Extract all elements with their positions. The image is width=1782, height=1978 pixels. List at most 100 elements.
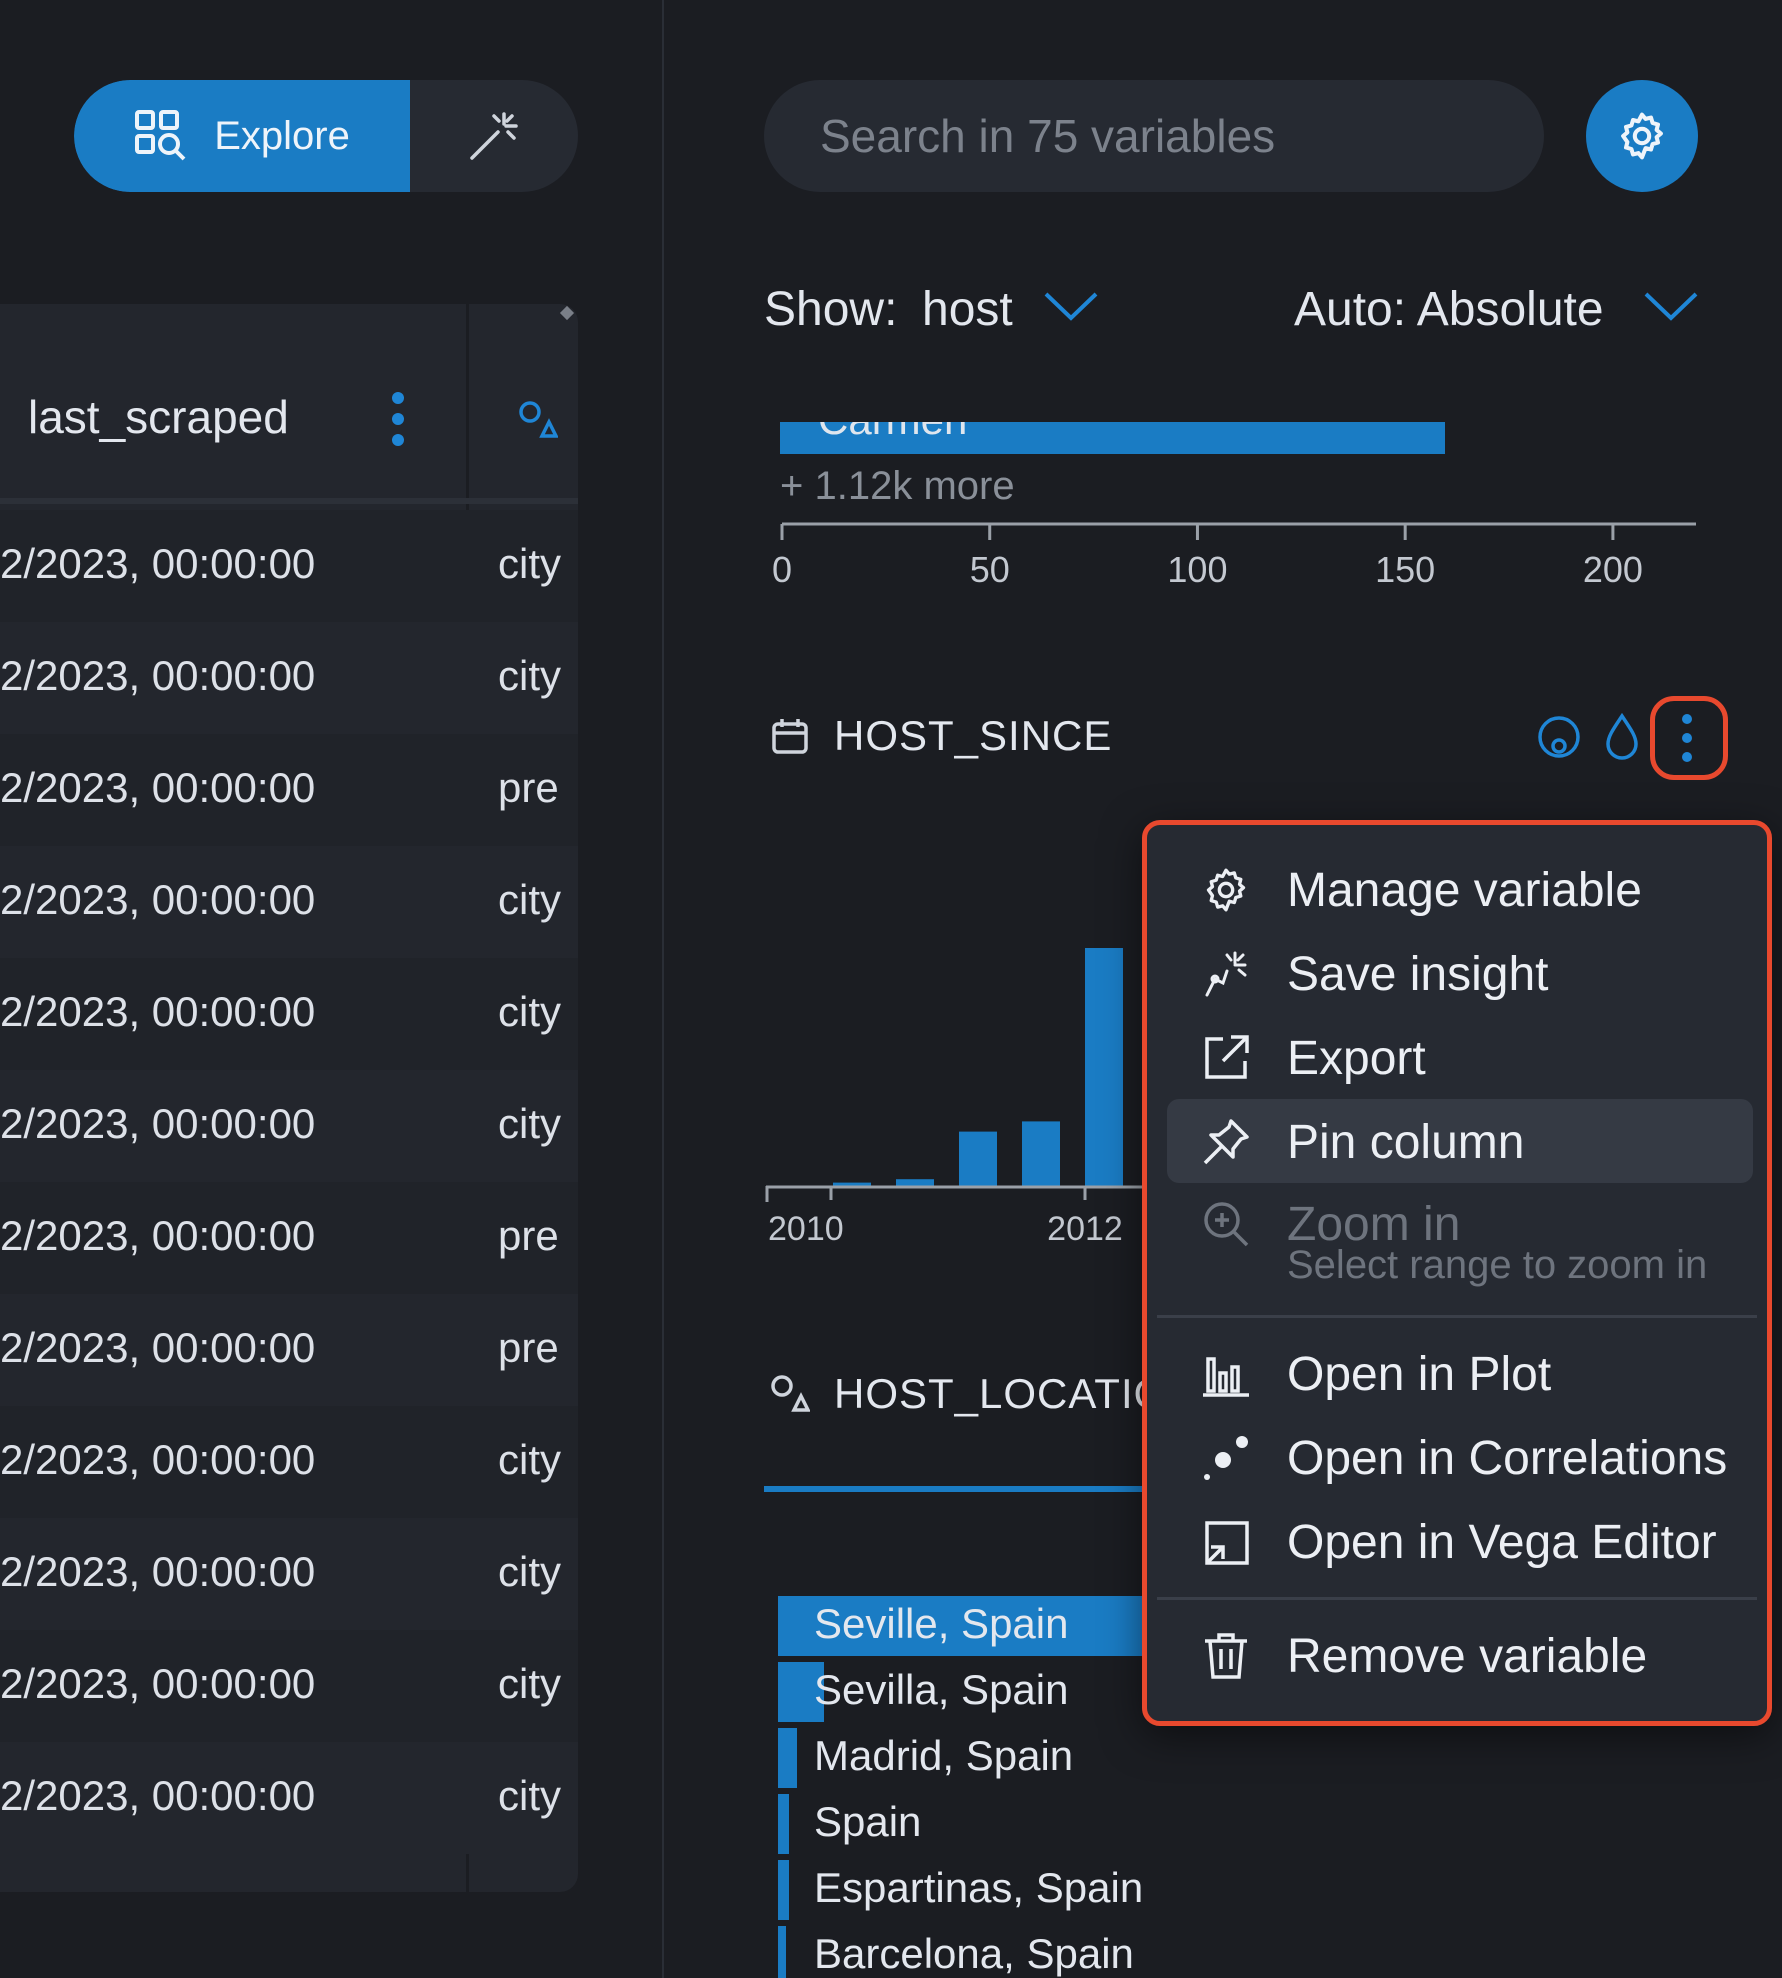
cell-last-scraped: 2/2023, 00:00:00 <box>0 764 316 811</box>
menu-item-label: Remove variable <box>1287 1630 1648 1683</box>
cell-last-scraped: 2/2023, 00:00:00 <box>0 1436 316 1483</box>
show-dropdown[interactable]: host <box>922 282 1013 337</box>
menu-item-label: Open in Correlations <box>1287 1432 1728 1485</box>
variable-search-input[interactable]: Search in 75 variables <box>764 80 1544 192</box>
variable-title: HOST_SINCE <box>834 712 1113 759</box>
menu-item-label: Save insight <box>1287 948 1549 1001</box>
vega-icon <box>1205 1521 1249 1565</box>
settings-button[interactable] <box>1586 80 1698 192</box>
cell-source: city <box>498 1100 561 1147</box>
scale-dropdown[interactable]: Auto: Absolute <box>1294 282 1604 337</box>
tick-label: 150 <box>1375 549 1435 590</box>
tick-label: 2012 <box>1047 1210 1123 1248</box>
cell-source: city <box>498 876 561 923</box>
anomaly-toggle-icon[interactable] <box>1536 714 1582 760</box>
data-table-pane: Explore last_scraped 2/2023, 00:00:00 ci… <box>0 0 662 1978</box>
table-row[interactable]: 2/2023, 00:00:00 pre <box>0 1294 578 1406</box>
histogram-bar[interactable] <box>896 1179 934 1186</box>
location-label: Sevilla, Spain <box>814 1666 1069 1713</box>
search-placeholder: Search in 75 variables <box>820 110 1276 162</box>
menu-item-manage-variable[interactable]: Manage variable <box>1167 847 1753 931</box>
histogram-bar[interactable] <box>1085 948 1123 1186</box>
cell-last-scraped: 2/2023, 00:00:00 <box>0 540 316 587</box>
cell-last-scraped: 2/2023, 00:00:00 <box>0 1660 316 1707</box>
menu-divider <box>1157 1315 1757 1318</box>
bar-chart-icon <box>1203 1357 1249 1397</box>
menu-item-export[interactable]: Export <box>1167 1015 1753 1099</box>
table-row[interactable]: 2/2023, 00:00:00 city <box>0 1630 578 1742</box>
location-label: Madrid, Spain <box>814 1732 1074 1779</box>
cell-source: city <box>498 540 561 587</box>
menu-item-remove-variable[interactable]: Remove variable <box>1167 1613 1753 1697</box>
trash-icon <box>1205 1633 1247 1679</box>
histogram-bar[interactable] <box>833 1182 871 1186</box>
selected-variable-indicator <box>764 1486 1164 1492</box>
mode-toggle: Explore <box>74 80 578 192</box>
cell-last-scraped: 2/2023, 00:00:00 <box>0 1548 316 1595</box>
menu-item-open-in-plot[interactable]: Open in Plot <box>1167 1331 1753 1415</box>
table-row[interactable]: 2/2023, 00:00:00 city <box>0 622 578 734</box>
location-label: Spain <box>814 1798 922 1845</box>
sparkle-wand-icon <box>1205 951 1247 997</box>
explore-label: Explore <box>214 113 350 158</box>
calendar-icon <box>772 719 808 754</box>
cell-last-scraped: 2/2023, 00:00:00 <box>0 876 316 923</box>
column-menu-icon[interactable] <box>386 392 410 446</box>
cell-source: city <box>498 988 561 1035</box>
menu-item-label: Open in Plot <box>1287 1348 1552 1401</box>
variable-menu-icon[interactable] <box>1680 714 1694 762</box>
cell-source: city <box>498 1660 561 1707</box>
table-row[interactable]: 2/2023, 00:00:00 pre <box>0 734 578 846</box>
host-since-histogram[interactable]: 20102012201420 <box>760 820 1180 1250</box>
table-row[interactable]: 2/2023, 00:00:00 city <box>0 510 578 622</box>
tick-label: 50 <box>970 549 1010 590</box>
bar-label: Carmen <box>818 422 967 444</box>
menu-item-pin-column[interactable]: Pin column <box>1167 1099 1753 1183</box>
cell-last-scraped: 2/2023, 00:00:00 <box>0 988 316 1035</box>
variable-header-host-location: HOST_LOCATIO <box>770 1370 1167 1418</box>
location-label: Seville, Spain <box>814 1600 1069 1647</box>
zoom-in-icon <box>1204 1202 1249 1247</box>
show-label: Show: <box>764 283 898 336</box>
insights-wand-button[interactable] <box>410 80 578 192</box>
location-bar <box>778 1794 790 1854</box>
cell-source: city <box>498 1772 561 1819</box>
more-items-text[interactable]: + 1.12k more <box>780 464 1015 509</box>
drop-icon[interactable] <box>1604 712 1640 760</box>
table-row[interactable]: 2/2023, 00:00:00 city <box>0 846 578 958</box>
chevron-down-icon[interactable] <box>1644 290 1698 322</box>
cell-source: city <box>498 1548 561 1595</box>
host-bar-carmen[interactable]: Carmen <box>780 422 1445 454</box>
chevron-down-icon[interactable] <box>1044 290 1098 322</box>
menu-item-save-insight[interactable]: Save insight <box>1167 931 1753 1015</box>
histogram-bar[interactable] <box>959 1131 997 1186</box>
column-header-last-scraped[interactable]: last_scraped <box>28 390 289 444</box>
menu-item-open-in-vega-editor[interactable]: Open in Vega Editor <box>1167 1499 1753 1583</box>
tick-label: 200 <box>1583 549 1643 590</box>
pane-divider[interactable] <box>662 0 664 1978</box>
variable-title: HOST_LOCATIO <box>834 1370 1168 1417</box>
explore-button[interactable]: Explore <box>74 80 410 192</box>
table-row[interactable]: 2/2023, 00:00:00 city <box>0 1742 578 1854</box>
external-link-icon <box>1205 1035 1249 1079</box>
table-row[interactable]: 2/2023, 00:00:00 city <box>0 1518 578 1630</box>
category-type-icon <box>771 1375 810 1412</box>
pin-icon <box>1203 1119 1249 1165</box>
tick-label: 0 <box>772 549 792 590</box>
gear-icon <box>1206 868 1246 912</box>
cell-last-scraped: 2/2023, 00:00:00 <box>0 652 316 699</box>
histogram-bar[interactable] <box>1022 1121 1060 1186</box>
table-row[interactable]: 2/2023, 00:00:00 pre <box>0 1182 578 1294</box>
cell-last-scraped: 2/2023, 00:00:00 <box>0 1100 316 1147</box>
tick-label: 2010 <box>768 1210 844 1248</box>
menu-item-subtext: Select range to zoom in <box>1287 1243 1708 1287</box>
cell-last-scraped: 2/2023, 00:00:00 <box>0 1212 316 1259</box>
table-row[interactable]: 2/2023, 00:00:00 city <box>0 1406 578 1518</box>
variable-header-host-since: HOST_SINCE <box>770 712 1112 760</box>
table-header: last_scraped <box>0 304 578 504</box>
cell-source: pre <box>498 1324 559 1371</box>
menu-item-open-in-correlations[interactable]: Open in Correlations <box>1167 1415 1753 1499</box>
variable-context-menu: Manage variable Save insight Export Pin … <box>1142 820 1772 1726</box>
table-row[interactable]: 2/2023, 00:00:00 city <box>0 1070 578 1182</box>
table-row[interactable]: 2/2023, 00:00:00 city <box>0 958 578 1070</box>
